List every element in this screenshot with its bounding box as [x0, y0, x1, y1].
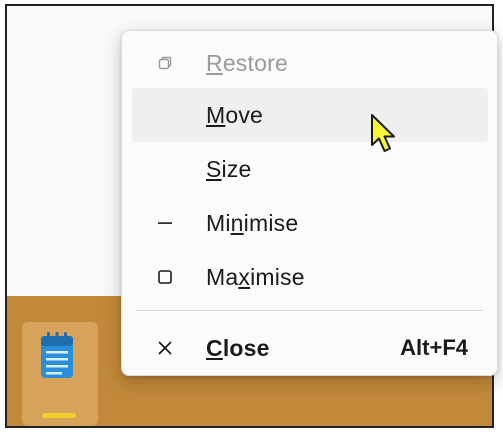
running-indicator	[42, 413, 76, 418]
menu-item-restore[interactable]: Restore	[132, 36, 488, 90]
menu-separator	[136, 310, 483, 311]
menu-item-move[interactable]: Move	[132, 88, 488, 142]
menu-label-close: Close	[206, 334, 270, 361]
notepad-icon	[41, 332, 73, 378]
mouse-pointer-icon	[371, 114, 395, 152]
window-system-menu: Restore Move Size Minimise Maximise Clos…	[121, 30, 498, 376]
menu-item-close[interactable]: Close Alt+F4	[132, 321, 488, 375]
menu-item-maximise[interactable]: Maximise	[132, 250, 488, 304]
close-icon	[152, 321, 178, 375]
minimize-icon	[152, 196, 178, 250]
close-shortcut: Alt+F4	[400, 335, 468, 360]
menu-label-maximise: Maximise	[206, 263, 305, 290]
menu-label-restore: Restore	[206, 49, 288, 76]
menu-label-size: Size	[206, 155, 252, 182]
restore-icon	[152, 36, 178, 90]
maximize-icon	[152, 250, 178, 304]
menu-label-minimise: Minimise	[206, 209, 299, 236]
menu-label-move: Move	[206, 101, 264, 128]
menu-item-size[interactable]: Size	[132, 142, 488, 196]
menu-item-minimise[interactable]: Minimise	[132, 196, 488, 250]
